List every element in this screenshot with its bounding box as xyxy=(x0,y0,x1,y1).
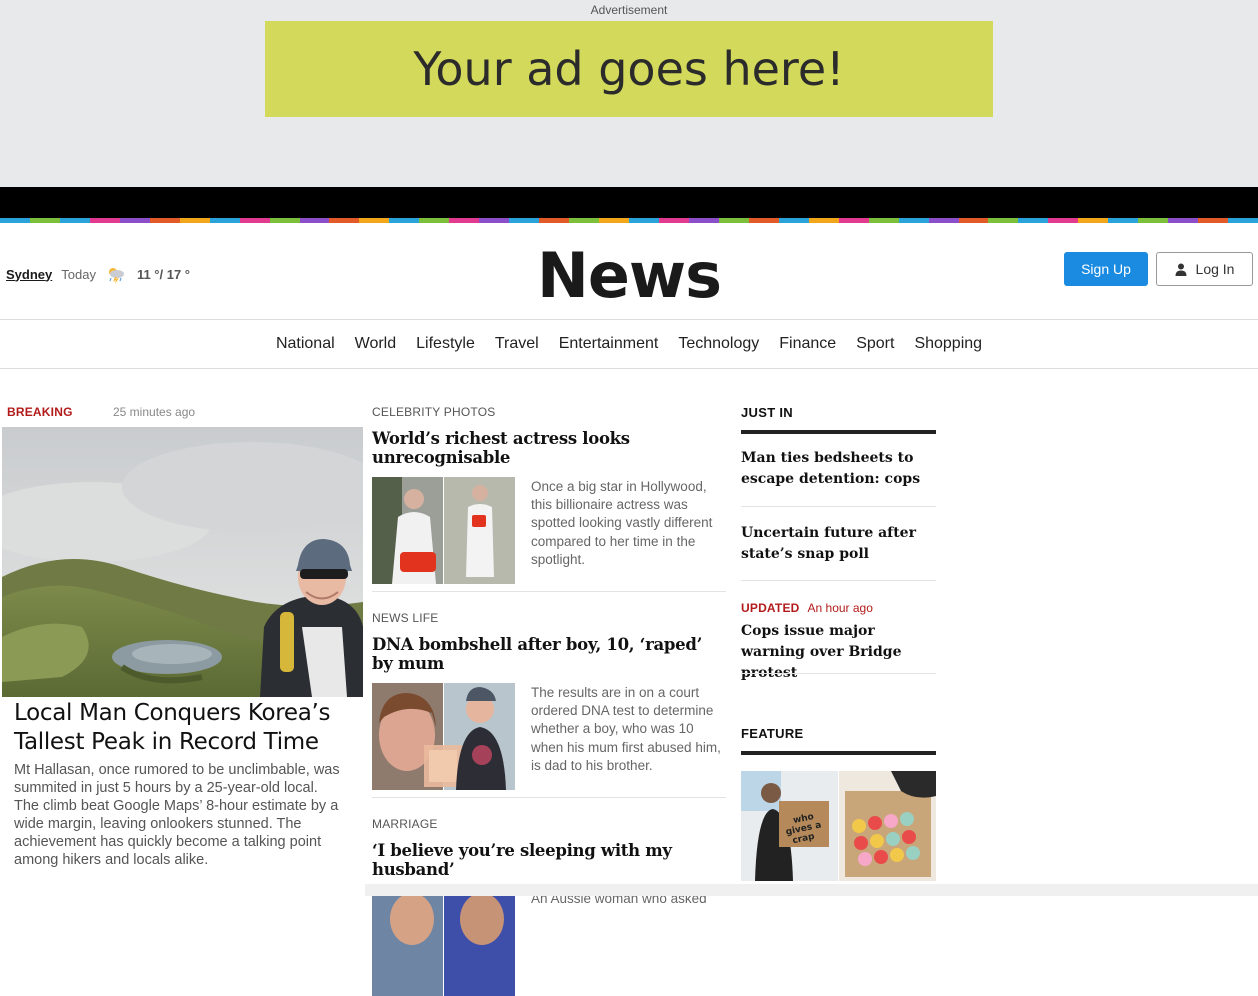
nav-national[interactable]: National xyxy=(276,335,335,353)
signup-button[interactable]: Sign Up xyxy=(1064,252,1148,286)
feature-rule xyxy=(741,751,936,755)
bottom-overlay xyxy=(365,884,1258,896)
nav-shopping[interactable]: Shopping xyxy=(914,335,982,353)
site-header: Sydney Today 11 °/ 17 ° News Sign Up Log… xyxy=(0,223,1258,320)
breaking-tag: BREAKING xyxy=(7,405,73,419)
featured-image[interactable] xyxy=(2,427,363,697)
updated-tag-row: UPDATED An hour ago xyxy=(741,598,936,619)
ad-placeholder[interactable]: Your ad goes here! xyxy=(265,21,993,117)
featured-timestamp: 25 minutes ago xyxy=(113,405,196,419)
top-black-bar xyxy=(0,187,1258,218)
just-in-item-updated[interactable]: UPDATED An hour ago Cops issue major warn… xyxy=(741,598,936,684)
story-thumbnail[interactable] xyxy=(372,477,515,584)
story-divider xyxy=(372,797,726,798)
story-card[interactable]: NEWS LIFE DNA bombshell after boy, 10, ‘… xyxy=(372,611,726,790)
just-in-heading: JUST IN xyxy=(741,405,793,420)
ad-banner-area: Advertisement Your ad goes here! xyxy=(0,0,1258,187)
just-in-divider xyxy=(741,580,936,581)
user-icon xyxy=(1175,263,1187,276)
nav-sport[interactable]: Sport xyxy=(856,335,894,353)
just-in-divider xyxy=(741,506,936,507)
just-in-item[interactable]: Uncertain future after state’s snap poll xyxy=(741,523,936,565)
nav-travel[interactable]: Travel xyxy=(495,335,539,353)
login-label: Log In xyxy=(1195,261,1235,277)
featured-summary: Mt Hallasan, once rumored to be unclimba… xyxy=(14,761,356,869)
main-nav: National World Lifestyle Travel Entertai… xyxy=(0,320,1258,369)
featured-headline[interactable]: Local Man Conquers Korea’s Tallest Peak … xyxy=(14,699,359,757)
just-in-item-title[interactable]: Cops issue major warning over Bridge pro… xyxy=(741,621,936,684)
feature-image[interactable]: who gives a crap xyxy=(741,771,936,881)
story-headline[interactable]: DNA bombshell after boy, 10, ‘raped’ by … xyxy=(372,635,726,673)
story-summary: An Aussie woman who asked xyxy=(531,891,707,906)
story-category[interactable]: NEWS LIFE xyxy=(372,611,726,625)
story-category[interactable]: CELEBRITY PHOTOS xyxy=(372,405,726,419)
story-thumbnail[interactable] xyxy=(372,889,515,996)
just-in-item[interactable]: Man ties bedsheets to escape detention: … xyxy=(741,448,936,490)
just-in-rule xyxy=(741,430,936,434)
login-button[interactable]: Log In xyxy=(1156,252,1253,286)
nav-finance[interactable]: Finance xyxy=(779,335,836,353)
nav-lifestyle[interactable]: Lifestyle xyxy=(416,335,475,353)
story-headline[interactable]: World’s richest actress looks unrecognis… xyxy=(372,429,726,467)
nav-technology[interactable]: Technology xyxy=(678,335,759,353)
featured-summary-text: Mt Hallasan, once rumored to be unclimba… xyxy=(14,762,340,868)
story-card[interactable]: MARRIAGE ‘I believe you’re sleeping with… xyxy=(372,817,726,996)
story-summary: Once a big star in Hollywood, this billi… xyxy=(531,479,713,567)
updated-time: An hour ago xyxy=(807,601,873,615)
nav-world[interactable]: World xyxy=(355,335,397,353)
nav-entertainment[interactable]: Entertainment xyxy=(559,335,659,353)
story-category[interactable]: MARRIAGE xyxy=(372,817,726,831)
story-thumbnail[interactable] xyxy=(372,683,515,790)
story-headline[interactable]: ‘I believe you’re sleeping with my husba… xyxy=(372,841,726,879)
updated-tag: UPDATED xyxy=(741,601,800,615)
story-divider xyxy=(372,591,726,592)
story-card[interactable]: CELEBRITY PHOTOS World’s richest actress… xyxy=(372,405,726,584)
just-in-divider xyxy=(741,673,936,674)
ad-label: Advertisement xyxy=(590,3,668,17)
story-summary: The results are in on a court ordered DN… xyxy=(531,685,721,773)
feature-heading: FEATURE xyxy=(741,726,804,741)
